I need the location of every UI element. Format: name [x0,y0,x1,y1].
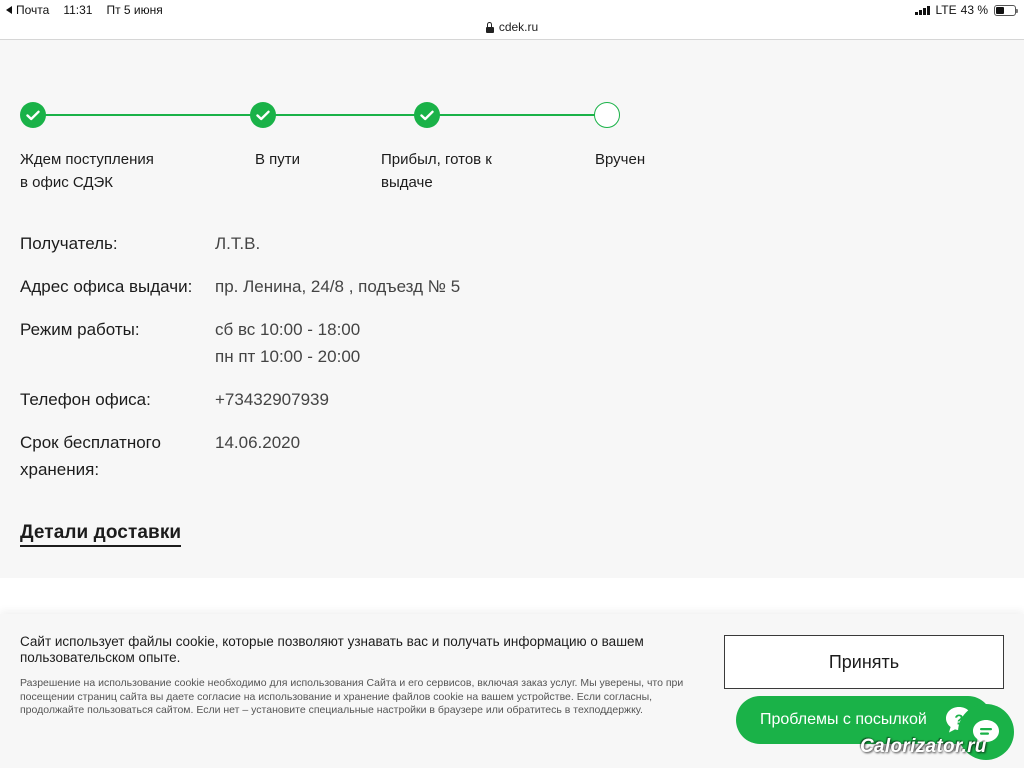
battery-percent: 43 % [960,3,988,17]
watermark: Calorizator.ru [860,736,987,757]
phone-label: Телефон офиса: [20,390,151,409]
recipient-label: Получатель: [20,234,118,253]
step-label-awaiting: Ждем поступления в офис СДЭК [20,151,154,191]
back-arrow-icon [6,6,12,14]
storage-value: 14.06.2020 [215,433,301,452]
cookie-description: Разрешение на использование cookie необх… [20,677,684,716]
cookie-title: Сайт использует файлы cookie, которые по… [20,634,644,665]
progress-steps: Ждем поступления в офис СДЭК В пути Приб… [20,100,660,200]
signal-icon [914,5,930,15]
office-value: пр. Ленина, 24/8 , подъезд № 5 [215,277,461,296]
network-type: LTE [935,3,957,17]
hours-value: сб вс 10:00 - 18:00 пн пт 10:00 - 20:00 [215,320,361,366]
section-divider [0,578,1024,614]
delivery-details-link[interactable]: Детали доставки [20,522,182,547]
url-bar[interactable]: cdek.ru [0,18,1024,40]
step-pending-icon [594,102,620,128]
step-done-icon [250,102,276,128]
step-label-delivered: Вручен [595,151,646,168]
back-to-app[interactable]: Почта [6,3,49,17]
status-date: Пт 5 июня [106,3,163,17]
phone-value[interactable]: +73432907939 [215,386,715,413]
battery-icon [994,4,1018,16]
office-label: Адрес офиса выдачи: [20,277,193,296]
storage-label: Срок бесплатного хранения: [20,433,161,479]
accept-cookies-button[interactable]: Принять [724,635,1004,689]
parcel-problems-label: Проблемы с посылкой [760,711,927,728]
back-app-label: Почта [16,3,50,17]
step-label-arrived: Прибыл, готов к выдаче [381,151,492,191]
lock-icon [485,21,494,33]
status-bar: Почта 11:31 Пт 5 июня LTE 43 % [0,0,1024,20]
hours-label: Режим работы: [20,320,140,339]
step-done-icon [20,102,46,128]
tracking-content: Ждем поступления в офис СДЭК В пути Приб… [0,40,1024,578]
step-label-in-transit: В пути [255,151,301,168]
progress-line [33,114,607,116]
step-done-icon [414,102,440,128]
status-time: 11:31 [63,3,93,17]
recipient-value: Л.Т.В. [215,234,261,253]
url-domain: cdek.ru [498,20,539,34]
